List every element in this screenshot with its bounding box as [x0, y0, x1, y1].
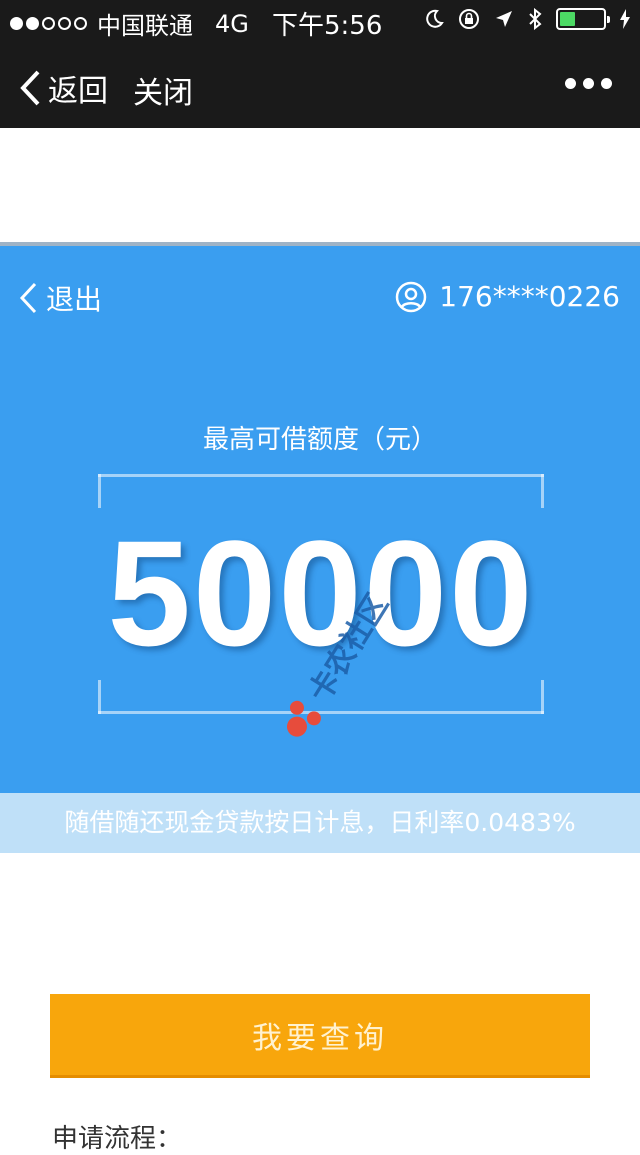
exit-label: 退出 [46, 283, 103, 316]
location-arrow-icon [496, 11, 512, 27]
query-button[interactable]: 我要查询 [50, 994, 590, 1078]
more-options-button[interactable] [565, 78, 612, 89]
interest-notice: 随借随还现金贷款按日计息，日利率0.0483% [0, 793, 640, 853]
back-button[interactable]: 返回 [18, 66, 108, 110]
chevron-left-icon [20, 70, 40, 106]
user-account[interactable]: 176****0226 [395, 280, 620, 313]
chevron-left-icon [19, 282, 37, 314]
user-icon [396, 281, 427, 312]
exit-button[interactable]: 退出 [18, 278, 102, 318]
rotation-lock-icon [459, 9, 479, 29]
back-label: 返回 [48, 74, 108, 109]
nav-bar: 返回 关闭 [0, 44, 640, 128]
credit-hero-panel: 退出 176****0226 最高可借额度（元） 50000 卡农社区 [0, 242, 640, 793]
signal-strength-icon [10, 17, 87, 30]
middle-spacer [0, 853, 640, 993]
carrier-name: 中国联通 [97, 12, 193, 40]
application-process-label: 申请流程： [52, 1124, 183, 1154]
more-dot-icon [565, 78, 576, 89]
charging-bolt-icon [620, 9, 630, 29]
top-spacer [0, 128, 640, 242]
clock: 下午5:56 [272, 11, 383, 41]
bluetooth-icon [529, 8, 542, 30]
status-bar: 中国联通 4G 下午5:56 [0, 0, 640, 44]
user-phone: 176****0226 [439, 280, 620, 313]
battery-icon [556, 8, 610, 30]
close-button[interactable]: 关闭 [133, 68, 193, 112]
network-type: 4G [215, 9, 249, 38]
more-dot-icon [601, 78, 612, 89]
credit-limit-label: 最高可借额度（元） [202, 425, 437, 455]
more-dot-icon [583, 78, 594, 89]
moon-icon [426, 9, 444, 28]
